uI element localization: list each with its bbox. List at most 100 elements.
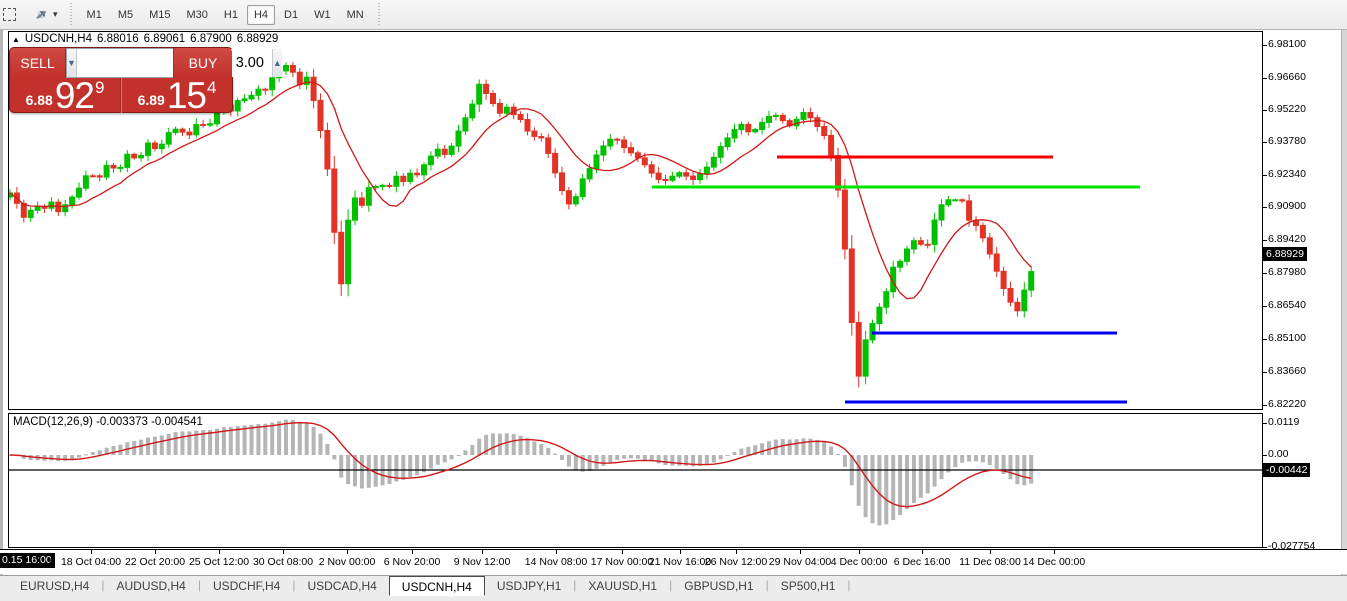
chart-open: 6.88016 bbox=[97, 33, 139, 45]
chart-symbol: USDCNH,H4 bbox=[25, 33, 92, 45]
chart-tab-gbpusd-h1[interactable]: GBPUSD,H1 bbox=[672, 576, 765, 596]
axis-label: 6.98100 bbox=[1268, 38, 1306, 50]
axis-tick bbox=[1263, 110, 1267, 111]
chart-tab-usdcad-h4[interactable]: USDCAD,H4 bbox=[295, 576, 388, 596]
time-label: 25 Oct 12:00 bbox=[189, 556, 249, 568]
time-tick bbox=[482, 550, 483, 554]
volume-decrease-button[interactable]: ▼ bbox=[67, 49, 77, 77]
timeframe-group: M1M5M15M30H1H4D1W1MN bbox=[79, 0, 372, 30]
axis-label: 6.89420 bbox=[1268, 233, 1306, 245]
timeframe-button-m30[interactable]: M30 bbox=[180, 5, 215, 25]
chart-high: 6.89061 bbox=[144, 33, 186, 45]
time-label: 29 Nov 04:00 bbox=[769, 556, 831, 568]
time-tick bbox=[922, 550, 923, 554]
axis-label: 6.82220 bbox=[1268, 398, 1306, 410]
axis-tick bbox=[1263, 142, 1267, 143]
chart-close: 6.88929 bbox=[237, 33, 279, 45]
axis-label: 6.95220 bbox=[1268, 103, 1306, 115]
chart-tab-eurusd-h4[interactable]: EURUSD,H4 bbox=[8, 576, 101, 596]
axis-label: 6.90900 bbox=[1268, 200, 1306, 212]
buy-button[interactable]: BUY bbox=[173, 48, 232, 78]
sell-price-big: 92 bbox=[55, 79, 94, 112]
time-tick bbox=[347, 550, 348, 554]
chart-title: ▲ USDCNH,H4 6.88016 6.89061 6.87900 6.88… bbox=[12, 33, 278, 45]
mt4-window: ▾ M1M5M15M30H1H4D1W1MN ▲ USDCNH,H4 6.880… bbox=[0, 0, 1347, 601]
time-label: 6 Dec 16:00 bbox=[894, 556, 951, 568]
chart-tab-usdjpy-h1[interactable]: USDJPY,H1 bbox=[485, 576, 573, 596]
axis-tick bbox=[1263, 405, 1267, 406]
time-tick bbox=[91, 550, 92, 554]
timeframe-button-h4[interactable]: H4 bbox=[247, 5, 275, 25]
timeframe-button-m15[interactable]: M15 bbox=[142, 5, 177, 25]
timeframe-button-w1[interactable]: W1 bbox=[307, 5, 338, 25]
chart-low: 6.87900 bbox=[190, 33, 232, 45]
chart-tab-usdcnh-h4[interactable]: USDCNH,H4 bbox=[389, 576, 485, 596]
timeframe-button-d1[interactable]: D1 bbox=[277, 5, 305, 25]
axis-label: 6.92340 bbox=[1268, 168, 1306, 180]
axis-label: 6.83660 bbox=[1268, 365, 1306, 377]
axis-label: 6.96660 bbox=[1268, 71, 1306, 83]
arrange-arrows-icon bbox=[32, 4, 50, 26]
chart-tab-xauusd-h1[interactable]: XAUUSD,H1 bbox=[576, 576, 669, 596]
axis-tick bbox=[1263, 372, 1267, 373]
time-label: 26 Nov 12:00 bbox=[705, 556, 767, 568]
axis-label: 0.00 bbox=[1268, 448, 1288, 460]
axis-tick bbox=[1263, 423, 1267, 424]
time-label: 30 Oct 08:00 bbox=[253, 556, 313, 568]
time-label: 17 Nov 00:00 bbox=[591, 556, 653, 568]
chart-tab-bar: EURUSD,H4|AUDUSD,H4|USDCHF,H4|USDCAD,H4U… bbox=[0, 575, 1347, 601]
price-axis[interactable]: 6.98100 6.96660 6.95220 6.93780 6.92340 6.909… bbox=[1263, 31, 1341, 548]
chart-tab-usdchf-h4[interactable]: USDCHF,H4 bbox=[201, 576, 292, 596]
symbol-marker-icon: ▲ bbox=[12, 35, 20, 44]
time-label: 14 Nov 08:00 bbox=[525, 556, 587, 568]
time-axis[interactable]: 18 Oct 04:00 22 Oct 20:00 25 Oct 12:00 30 O… bbox=[0, 549, 1347, 574]
time-tick bbox=[155, 550, 156, 554]
chart-tab-audusd-h4[interactable]: AUDUSD,H4 bbox=[104, 576, 197, 596]
window-left-edge bbox=[0, 30, 3, 575]
dropdown-caret-icon: ▾ bbox=[53, 9, 58, 20]
time-tick bbox=[800, 550, 801, 554]
window-right-edge bbox=[1341, 30, 1347, 575]
volume-increase-button[interactable]: ▲ bbox=[272, 49, 282, 77]
time-tick bbox=[622, 550, 623, 554]
timeframe-button-m1[interactable]: M1 bbox=[80, 5, 109, 25]
axis-tick bbox=[1263, 78, 1267, 79]
macd-indicator-label: MACD(12,26,9) -0.003373 -0.004541 bbox=[13, 416, 203, 428]
selection-rectangle-icon[interactable] bbox=[0, 4, 24, 26]
axis-label: 6.93780 bbox=[1268, 135, 1306, 147]
current-value-box: 6.88929 bbox=[1263, 247, 1307, 261]
axis-label: 6.85100 bbox=[1268, 332, 1306, 344]
timeframe-button-m5[interactable]: M5 bbox=[111, 5, 140, 25]
sell-button[interactable]: SELL bbox=[10, 48, 66, 78]
time-tick bbox=[859, 550, 860, 554]
selected-time-box: 0.15 16:00 bbox=[0, 553, 55, 568]
buy-price-big: 15 bbox=[167, 79, 206, 112]
macd-canvas[interactable] bbox=[9, 414, 1262, 547]
volume-spinner: ▼ ▲ bbox=[66, 48, 173, 78]
current-value-box: -0.00442 bbox=[1263, 463, 1310, 477]
time-label: 22 Oct 20:00 bbox=[125, 556, 185, 568]
sell-price-button[interactable]: 6.88 92 9 bbox=[10, 78, 121, 113]
axis-tick bbox=[1263, 175, 1267, 176]
time-label: 14 Dec 00:00 bbox=[1023, 556, 1085, 568]
chart-tab-sp500-h1[interactable]: SP500,H1 bbox=[769, 576, 848, 596]
buy-price-button[interactable]: 6.89 15 4 bbox=[121, 78, 232, 113]
axis-tick bbox=[1263, 306, 1267, 307]
axis-tick bbox=[1263, 273, 1267, 274]
axis-tick bbox=[1263, 207, 1267, 208]
time-tick bbox=[412, 550, 413, 554]
buy-price-pip: 4 bbox=[207, 78, 216, 98]
tab-separator: | bbox=[847, 576, 850, 596]
time-label: 18 Oct 04:00 bbox=[61, 556, 121, 568]
time-label: 4 Dec 00:00 bbox=[831, 556, 888, 568]
toolbar-separator bbox=[68, 3, 75, 27]
arrange-arrows-dropdown[interactable]: ▾ bbox=[32, 4, 58, 26]
axis-label: 6.86540 bbox=[1268, 299, 1306, 311]
buy-price-small: 6.89 bbox=[138, 92, 165, 108]
timeframe-button-mn[interactable]: MN bbox=[340, 5, 371, 25]
sell-price-pip: 9 bbox=[95, 78, 104, 98]
timeframe-button-h1[interactable]: H1 bbox=[217, 5, 245, 25]
time-label: 21 Nov 16:00 bbox=[649, 556, 711, 568]
toolbar-separator bbox=[376, 3, 383, 27]
time-tick bbox=[219, 550, 220, 554]
